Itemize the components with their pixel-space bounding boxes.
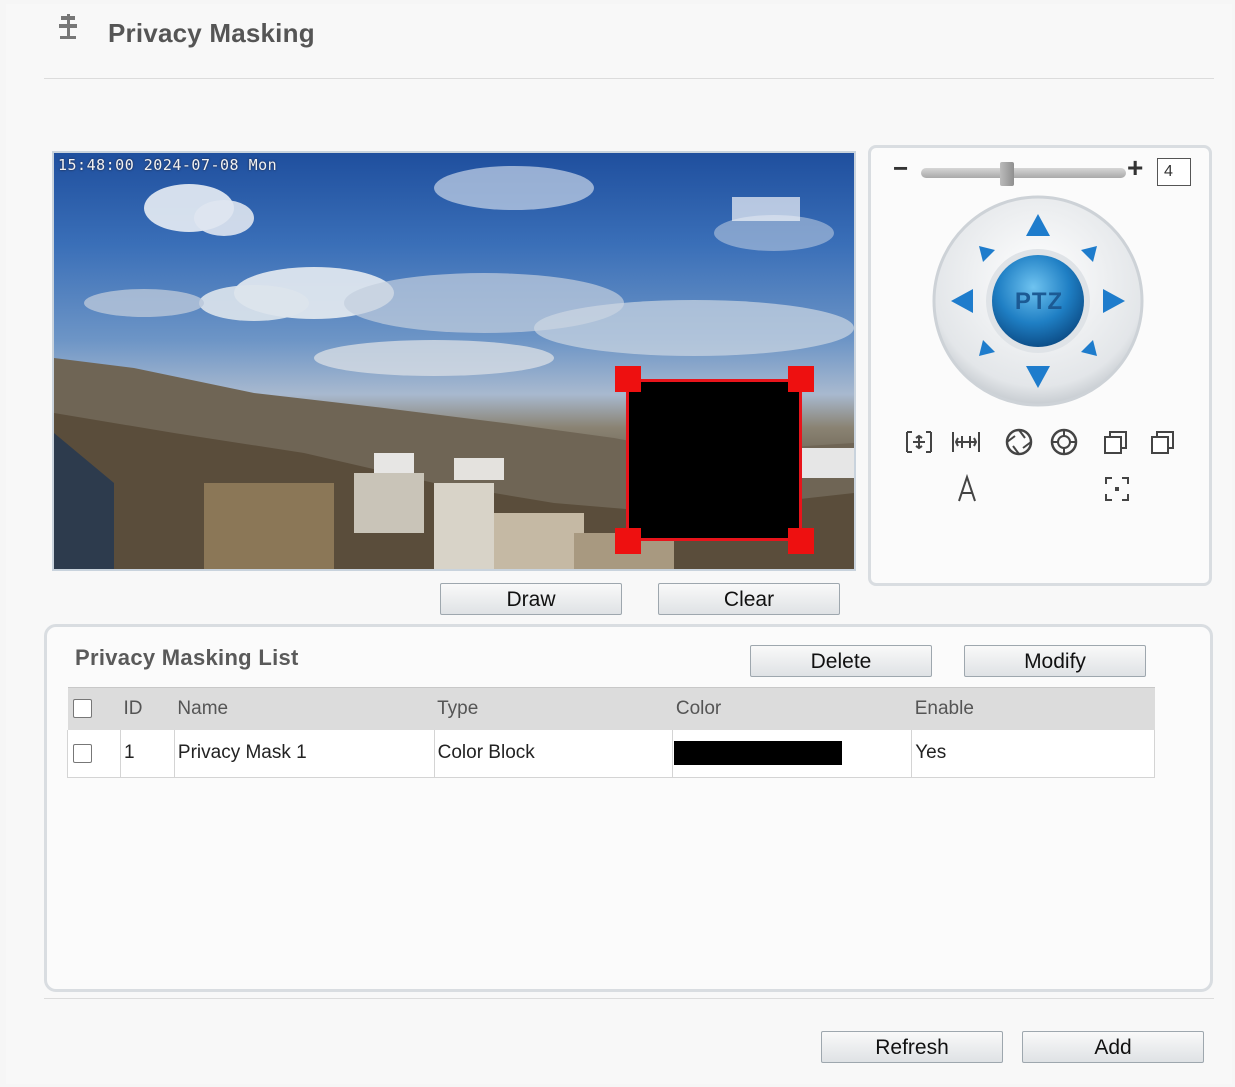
ptz-center-button[interactable]: PTZ xyxy=(997,288,1081,316)
select-all-cell xyxy=(67,687,121,730)
ptz-panel: − + 4 PTZ xyxy=(868,145,1212,586)
zoom-plus-icon[interactable]: + xyxy=(1127,154,1143,182)
cell-name: Privacy Mask 1 xyxy=(174,729,435,778)
one-key-focus-icon[interactable] xyxy=(1101,473,1133,505)
page-title: Privacy Masking xyxy=(108,18,315,48)
mask-handle-bottom-left[interactable] xyxy=(615,528,641,554)
zoom-value-field[interactable]: 4 xyxy=(1157,158,1191,186)
table-row[interactable]: 1 Privacy Mask 1 Color Block Yes xyxy=(67,729,1155,778)
mask-handle-bottom-right[interactable] xyxy=(788,528,814,554)
focus-near-icon[interactable] xyxy=(1003,426,1035,458)
privacy-mask-region[interactable] xyxy=(626,379,802,541)
zoom-in-icon[interactable] xyxy=(903,426,935,458)
header-divider xyxy=(44,78,1214,79)
mask-handle-top-right[interactable] xyxy=(788,366,814,392)
auto-focus-icon[interactable] xyxy=(951,473,983,505)
column-header-color: Color xyxy=(672,687,912,730)
delete-button[interactable]: Delete xyxy=(750,645,932,677)
refresh-button[interactable]: Refresh xyxy=(821,1031,1003,1063)
cell-type: Color Block xyxy=(434,729,674,778)
cell-color xyxy=(672,729,913,778)
pin-icon xyxy=(59,14,77,39)
zoom-slider-thumb[interactable] xyxy=(1000,162,1015,186)
column-header-name: Name xyxy=(174,687,435,730)
mask-handle-top-left[interactable] xyxy=(615,366,641,392)
privacy-masking-page: Privacy Masking 15:48:00 2024-07-08 Mon … xyxy=(6,4,1232,1084)
privacy-mask-list-panel: Privacy Masking List Delete Modify ID Na… xyxy=(44,624,1213,992)
zoom-minus-icon[interactable]: − xyxy=(893,155,908,181)
list-title: Privacy Masking List xyxy=(75,645,299,670)
modify-button[interactable]: Modify xyxy=(964,645,1146,677)
iris-close-icon[interactable] xyxy=(1148,426,1180,458)
column-header-enable: Enable xyxy=(911,687,1155,730)
column-header-type: Type xyxy=(434,687,673,730)
footer-divider xyxy=(44,998,1214,999)
row-checkbox[interactable] xyxy=(73,743,92,763)
draw-button[interactable]: Draw xyxy=(440,583,622,615)
select-all-checkbox[interactable] xyxy=(72,699,92,719)
cell-enable: Yes xyxy=(911,729,1155,778)
cell-id: 1 xyxy=(120,729,175,778)
zoom-out-icon[interactable] xyxy=(950,426,982,458)
clear-button[interactable]: Clear xyxy=(658,583,840,615)
column-header-id: ID xyxy=(120,687,175,730)
zoom-slider-track[interactable] xyxy=(921,168,1126,178)
osd-timestamp: 15:48:00 2024-07-08 Mon xyxy=(58,156,278,174)
iris-open-icon[interactable] xyxy=(1101,426,1133,458)
table-header-row: ID Name Type Color Enable xyxy=(67,687,1155,730)
add-button[interactable]: Add xyxy=(1022,1031,1204,1063)
live-video[interactable]: 15:48:00 2024-07-08 Mon xyxy=(52,151,856,571)
focus-far-icon[interactable] xyxy=(1048,426,1080,458)
color-swatch xyxy=(674,741,843,766)
row-select-cell xyxy=(67,729,121,778)
privacy-mask-table: ID Name Type Color Enable 1 Privacy Mask… xyxy=(67,687,1155,778)
